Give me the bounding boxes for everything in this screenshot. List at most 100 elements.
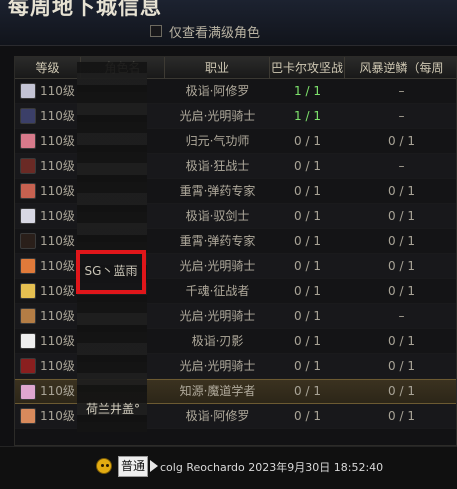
character-avatar-icon — [20, 358, 36, 374]
job-cell: 重霄·弹药专家 — [179, 183, 256, 198]
level-text: 110级 — [40, 333, 75, 348]
level-text: 110级 — [40, 233, 75, 248]
job-cell: 光启·光明骑士 — [179, 358, 256, 373]
storm-progress: 0 / 1 — [388, 258, 415, 273]
storm-progress: 0 / 1 — [388, 133, 415, 148]
bakal-progress: 0 / 1 — [294, 333, 321, 348]
level-cell: 110级 — [15, 129, 81, 154]
level-text: 110级 — [40, 258, 75, 273]
character-avatar-icon — [20, 108, 36, 124]
job-cell: 归元·气功师 — [185, 133, 250, 148]
storm-progress: 0 / 1 — [388, 408, 415, 423]
chat-arrow-icon — [150, 460, 158, 472]
level-cell: 110级 — [15, 79, 81, 104]
bakal-progress: 0 / 1 — [294, 408, 321, 423]
window-title: 每周地下城信息 — [8, 0, 162, 19]
emoji-icon[interactable] — [96, 458, 112, 474]
level-text: 110级 — [40, 408, 75, 423]
level-text: 110级 — [40, 308, 75, 323]
character-avatar-icon — [20, 233, 36, 249]
bakal-progress: 0 / 1 — [294, 158, 321, 173]
bakal-progress: 0 / 1 — [294, 358, 321, 373]
blurred-names-redaction — [77, 62, 147, 432]
bakal-progress: 0 / 1 — [294, 233, 321, 248]
job-cell: 极诣·刃影 — [191, 333, 244, 348]
level-cell: 110级 — [15, 329, 81, 354]
character-avatar-icon — [20, 383, 36, 400]
chat-bar: 普通 colg Reochardo 2023年9月30日 18:52:40 — [0, 446, 457, 489]
job-cell: 极诣·阿修罗 — [185, 83, 250, 98]
job-cell: 重霄·弹药专家 — [179, 233, 256, 248]
bakal-progress: 0 / 1 — [294, 384, 321, 398]
bakal-progress: 1 / 1 — [294, 108, 321, 123]
chat-channel-button[interactable]: 普通 — [118, 456, 149, 477]
bakal-progress: 1 / 1 — [294, 83, 321, 98]
storm-progress: – — [398, 158, 405, 173]
column-header-level[interactable]: 等级 — [15, 57, 81, 79]
character-avatar-icon — [20, 308, 36, 324]
level-cell: 110级 — [15, 179, 81, 204]
level-text: 110级 — [40, 158, 75, 173]
column-header-storm[interactable]: 风暴逆鳞（每周 — [345, 57, 456, 79]
column-header-bakal[interactable]: 巴卡尔攻坚战 — [270, 57, 345, 79]
level-cell: 110级 — [15, 354, 81, 379]
level-cell: 110级 — [15, 204, 81, 229]
max-level-filter[interactable]: 仅查看满级角色 — [150, 22, 261, 41]
bakal-progress: 0 / 1 — [294, 133, 321, 148]
job-cell: 光启·光明骑士 — [179, 258, 256, 273]
highlighted-character-name: SG丶蓝雨 — [84, 264, 138, 278]
selected-character-name: 荷兰井盖° — [85, 402, 140, 416]
level-text: 110级 — [40, 358, 75, 373]
character-avatar-icon — [20, 408, 36, 424]
level-cell: 110级 — [15, 379, 81, 404]
character-avatar-icon — [20, 83, 36, 99]
bakal-progress: 0 / 1 — [294, 183, 321, 198]
character-avatar-icon — [20, 258, 36, 274]
storm-progress: 0 / 1 — [388, 208, 415, 223]
level-text: 110级 — [40, 108, 75, 123]
storm-progress: 0 / 1 — [388, 283, 415, 298]
job-cell: 极诣·狂战士 — [185, 158, 250, 173]
level-text: 110级 — [40, 183, 75, 198]
level-cell: 110级 — [15, 304, 81, 329]
storm-progress: – — [398, 108, 405, 123]
job-cell: 极诣·驭剑士 — [185, 208, 250, 223]
filter-label: 仅查看满级角色 — [169, 25, 261, 41]
job-cell: 光启·光明骑士 — [179, 308, 256, 323]
job-cell: 极诣·阿修罗 — [185, 408, 250, 423]
character-avatar-icon — [20, 283, 36, 299]
level-cell: 110级 — [15, 154, 81, 179]
level-text: 110级 — [40, 133, 75, 148]
level-text: 110级 — [40, 283, 75, 298]
character-avatar-icon — [20, 133, 36, 149]
checkbox[interactable] — [150, 25, 162, 37]
storm-progress: 0 / 1 — [388, 183, 415, 198]
storm-progress: 0 / 1 — [388, 358, 415, 373]
storm-progress: – — [398, 83, 405, 98]
level-cell: 110级 — [15, 254, 81, 279]
job-cell: 光启·光明骑士 — [179, 108, 256, 123]
character-avatar-icon — [20, 208, 36, 224]
dungeon-info-window: 每周地下城信息 仅查看满级角色 等级 角色名 职业 巴卡尔攻坚战 风暴逆鳞（每周… — [0, 0, 457, 489]
title-bar: 每周地下城信息 仅查看满级角色 — [0, 0, 457, 46]
level-cell: 110级 — [15, 104, 81, 129]
character-avatar-icon — [20, 333, 36, 349]
storm-progress: 0 / 1 — [388, 384, 415, 398]
character-avatar-icon — [20, 158, 36, 174]
storm-progress: 0 / 1 — [388, 333, 415, 348]
character-avatar-icon — [20, 183, 36, 199]
level-cell: 110级 — [15, 279, 81, 304]
bakal-progress: 0 / 1 — [294, 308, 321, 323]
level-text: 110级 — [40, 208, 75, 223]
level-cell: 110级 — [15, 404, 81, 429]
bakal-progress: 0 / 1 — [294, 258, 321, 273]
storm-progress: – — [398, 308, 405, 323]
job-cell: 知源·魔道学者 — [179, 384, 256, 398]
chat-message: colg Reochardo 2023年9月30日 18:52:40 — [160, 461, 384, 474]
bakal-progress: 0 / 1 — [294, 208, 321, 223]
level-text: 110级 — [40, 384, 75, 398]
level-text: 110级 — [40, 83, 75, 98]
job-cell: 千魂·征战者 — [185, 283, 250, 298]
column-header-job[interactable]: 职业 — [165, 57, 270, 79]
storm-progress: 0 / 1 — [388, 233, 415, 248]
